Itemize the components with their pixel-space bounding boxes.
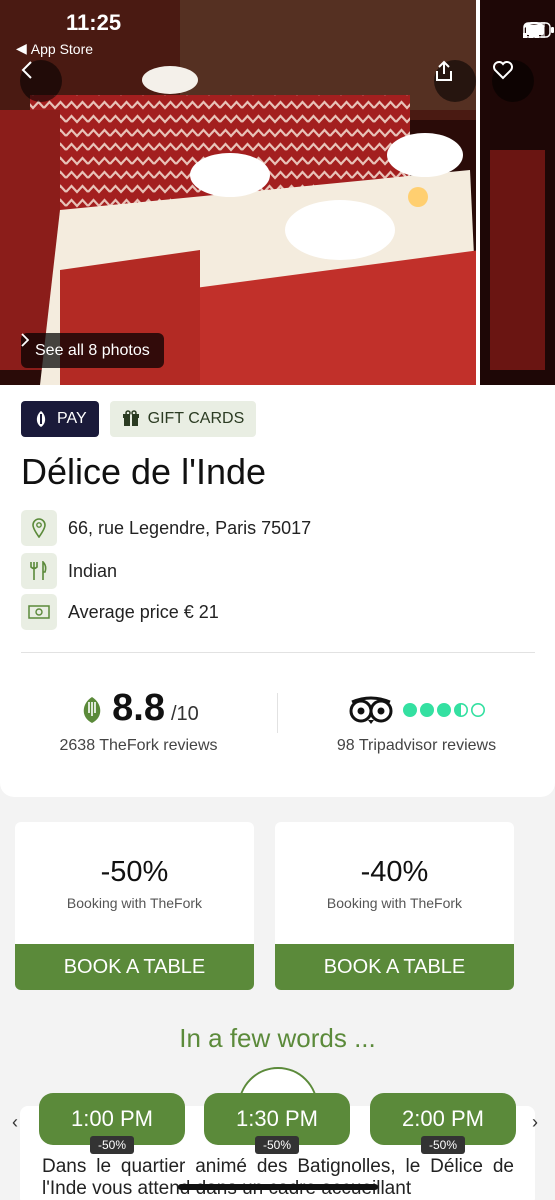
offer-discount: -50%: [100, 856, 169, 888]
slot-discount-badge: -50%: [421, 1136, 465, 1154]
offer-card: -50% Booking with TheFork BOOK A TABLE: [15, 822, 254, 990]
offer-label: Booking with TheFork: [326, 895, 463, 911]
slots-prev-arrow[interactable]: ‹: [12, 1112, 18, 1133]
thefork-score-max: /10: [171, 703, 199, 725]
thefork-reviews: 2638 TheFork reviews: [59, 737, 218, 754]
gift-icon: [122, 410, 139, 426]
address-row[interactable]: 66, rue Legendre, Paris 75017: [21, 510, 311, 546]
about-heading: In a few words ...: [179, 1023, 376, 1053]
status-time: 11:25: [66, 10, 122, 35]
offer-discount: -40%: [360, 856, 429, 888]
cuisine-row: Indian: [21, 553, 117, 589]
address-text: 66, rue Legendre, Paris 75017: [68, 517, 312, 538]
price-row: Average price € 21: [21, 594, 219, 630]
share-icon: [436, 60, 452, 81]
home-indicator[interactable]: [178, 1184, 378, 1190]
offer-label: Booking with TheFork: [66, 895, 203, 911]
thefork-logo-icon: [83, 697, 101, 723]
gift-cards-label: GIFT CARDS: [147, 410, 245, 427]
favorite-button[interactable]: [492, 60, 534, 102]
cuisine-text: Indian: [68, 560, 118, 581]
heart-icon: [493, 61, 513, 80]
pay-chip[interactable]: PAY: [21, 401, 99, 437]
see-all-photos-button[interactable]: See all 8 photos: [21, 333, 164, 368]
back-triangle-icon: ◀: [16, 40, 27, 56]
slots-next-arrow[interactable]: ›: [532, 1112, 538, 1133]
tripadvisor-rating[interactable]: 98 Tripadvisor reviews: [278, 687, 555, 755]
restaurant-info-card: PAY GIFT CARDS Délice de l'Inde 66, rue …: [0, 385, 555, 797]
info-divider: [21, 652, 535, 653]
thefork-score: 8.8: [112, 687, 165, 729]
about-text: Dans le quartier animé des Batignolles, …: [42, 1156, 514, 1199]
back-button[interactable]: [20, 60, 62, 102]
hero-photo[interactable]: 11:25 ◀ App Store See all 8 photos: [0, 0, 555, 385]
thefork-rating[interactable]: 8.8 /10 2638 TheFork reviews: [0, 687, 277, 755]
back-app-label: App Store: [30, 40, 94, 57]
offer-card: -40% Booking with TheFork BOOK A TABLE: [275, 822, 514, 990]
back-to-app-store[interactable]: ◀ App Store: [16, 40, 93, 57]
tripadvisor-reviews: 98 Tripadvisor reviews: [336, 737, 497, 754]
thefork-pay-icon: [36, 411, 46, 427]
gift-cards-chip[interactable]: GIFT CARDS: [109, 401, 257, 437]
status-bar: 11:25 ◀ App Store: [0, 0, 555, 60]
book-table-button[interactable]: BOOK A TABLE: [15, 944, 254, 990]
see-all-photos-label: See all 8 photos: [35, 341, 150, 359]
ratings-section: 8.8 /10 2638 TheFork reviews 98 Tripadvi…: [0, 675, 555, 775]
tripadvisor-owl-icon: [349, 696, 392, 724]
pay-chip-label: PAY: [57, 410, 87, 427]
slot-discount-badge: -50%: [255, 1136, 299, 1154]
battery-icon: [523, 22, 554, 38]
slot-discount-badge: -50%: [90, 1136, 134, 1154]
banknote-icon: [21, 594, 57, 630]
cutlery-icon: [21, 553, 57, 589]
location-pin-icon: [21, 510, 57, 546]
tripadvisor-bubbles: [402, 703, 485, 717]
share-button[interactable]: [434, 60, 476, 102]
chevron-left-icon: [21, 61, 32, 79]
restaurant-name: Délice de l'Inde: [21, 451, 267, 492]
book-table-button[interactable]: BOOK A TABLE: [275, 944, 514, 990]
price-text: Average price € 21: [68, 601, 219, 622]
chevron-right-icon: [21, 333, 29, 347]
feature-chips: PAY GIFT CARDS: [21, 401, 257, 437]
